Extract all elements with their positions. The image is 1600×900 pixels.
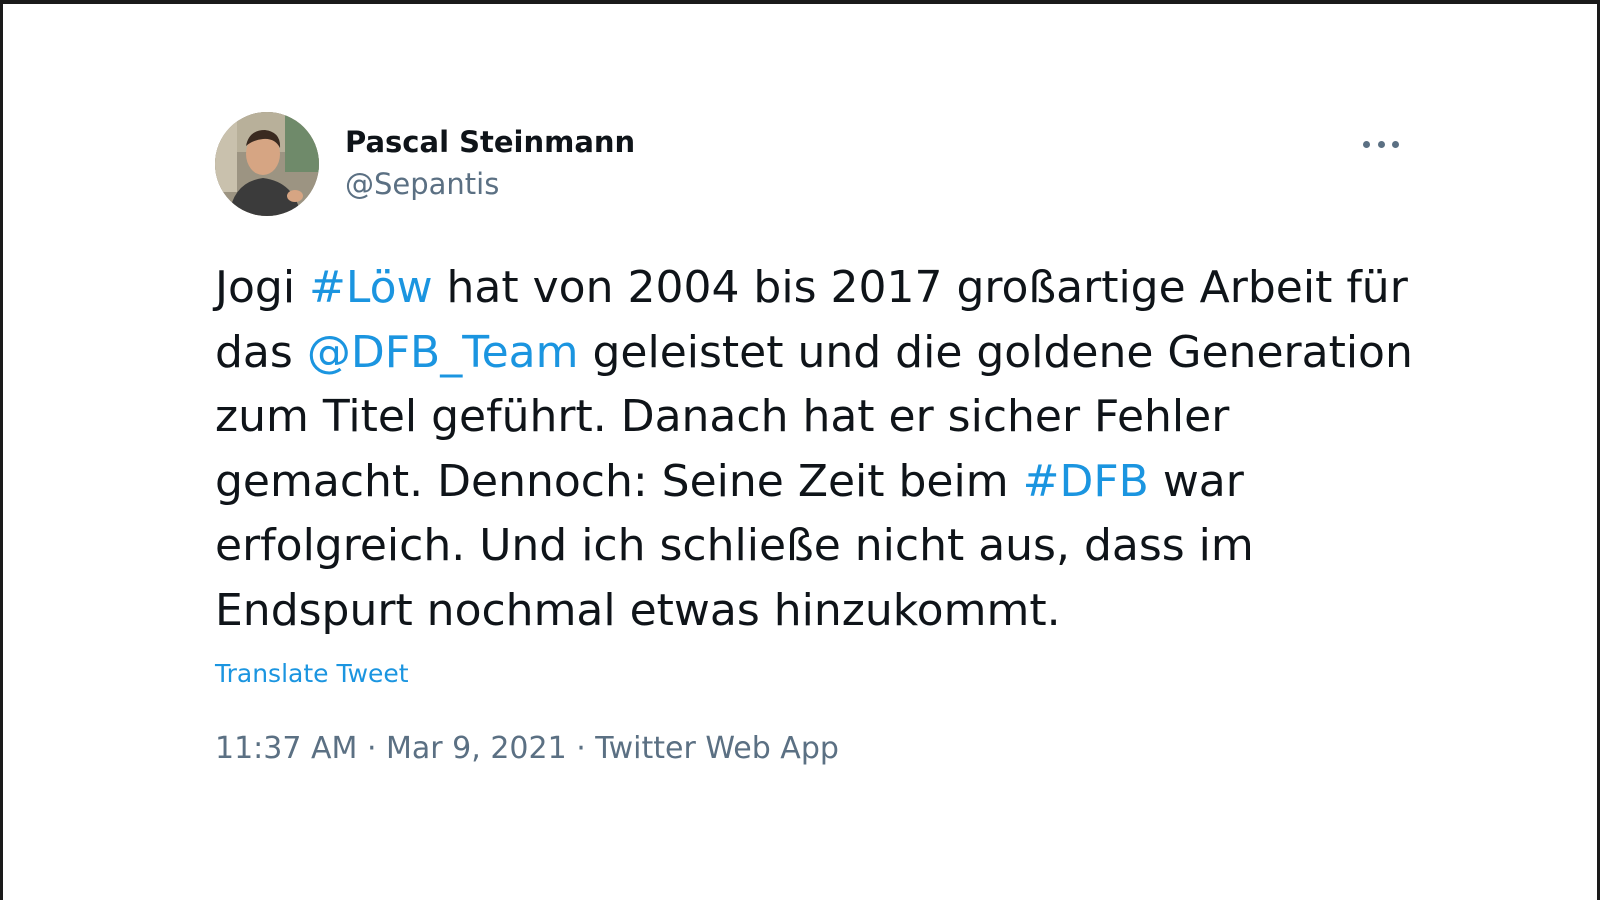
tweet-meta: 11:37 AM · Mar 9, 2021 · Twitter Web App <box>215 729 1435 769</box>
author-handle[interactable]: @Sepantis <box>345 166 635 202</box>
avatar[interactable] <box>215 112 319 216</box>
tweet-text: Jogi #Löw hat von 2004 bis 2017 großarti… <box>215 256 1435 643</box>
more-dot <box>1392 140 1399 148</box>
author-display-name[interactable]: Pascal Steinmann <box>345 124 635 160</box>
tweet-text-segment: Jogi <box>215 262 310 313</box>
tweet-date[interactable]: Mar 9, 2021 <box>386 731 567 766</box>
tweet-time[interactable]: 11:37 AM <box>215 731 357 766</box>
tweet-header: Pascal Steinmann @Sepantis <box>215 112 1435 216</box>
author-names: Pascal Steinmann @Sepantis <box>345 124 635 202</box>
hashtag-link[interactable]: #Löw <box>309 262 433 313</box>
mention-link[interactable]: @DFB_Team <box>307 327 579 378</box>
hashtag-link[interactable]: #DFB <box>1023 456 1149 507</box>
meta-separator: · <box>357 731 387 766</box>
screenshot-frame: Pascal Steinmann @Sepantis Jogi #Löw hat… <box>0 0 1600 900</box>
meta-separator: · <box>566 731 596 766</box>
more-dot <box>1363 140 1370 148</box>
translate-tweet-link[interactable]: Translate Tweet <box>215 657 1435 691</box>
more-dot <box>1377 140 1385 148</box>
tweet-card: Pascal Steinmann @Sepantis Jogi #Löw hat… <box>215 112 1435 769</box>
tweet-source[interactable]: Twitter Web App <box>595 731 839 766</box>
more-horizontal-icon[interactable] <box>1363 134 1399 154</box>
